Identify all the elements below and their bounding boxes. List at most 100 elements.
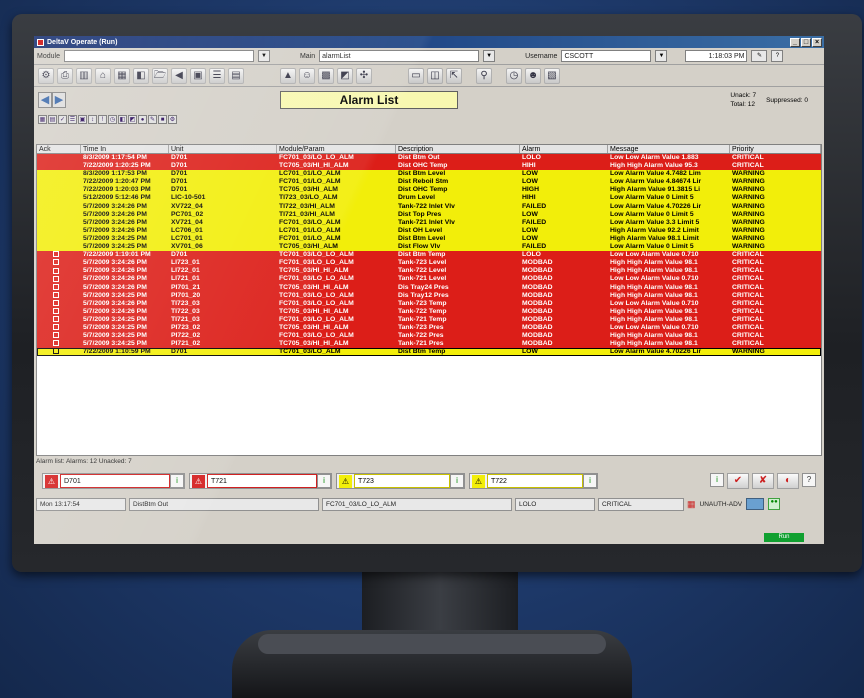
table-row[interactable]: 5/7/2009 3:24:25 PM PI722_02 FC701_03/LO_L… (37, 332, 821, 341)
col-unit[interactable]: Unit (169, 145, 277, 153)
table-row[interactable]: 5/7/2009 3:24:26 PM LI722_01 TC705_03/HI_H… (37, 267, 821, 276)
filter-ack-icon[interactable]: ✓ (58, 114, 67, 124)
panel-icon[interactable]: ▧ (544, 67, 560, 84)
ack-cell[interactable] (37, 307, 81, 316)
ack-checkbox[interactable] (53, 251, 59, 258)
table-row[interactable]: 5/7/2009 3:24:25 PM PI723_02 TC705_03/HI_H… (37, 323, 821, 333)
ack-checkbox[interactable] (53, 316, 59, 323)
table-row[interactable]: 5/7/2009 3:24:25 PM XV701_06 TC705_03/HI_A… (37, 243, 821, 252)
table-row[interactable]: 5/7/2009 3:24:25 PM LC701_01 FC701_01/LO_A… (37, 234, 821, 244)
filter-module-icon[interactable]: ◧ (118, 114, 127, 124)
info-icon[interactable]: i (450, 474, 464, 488)
help-icon[interactable]: ? (771, 50, 784, 62)
table-row[interactable]: 5/7/2009 3:24:26 PM XV721_04 FC701_03/LO_A… (37, 218, 821, 227)
detail-icon[interactable]: ◧ (133, 67, 149, 84)
table-row[interactable]: 7/22/2009 1:20:25 PM D701 TC705_03/HI_HI_A… (37, 162, 821, 171)
table-row[interactable]: 5/7/2009 3:24:26 PM PI701_21 TC705_03/HI_H… (37, 283, 821, 292)
ack-cell[interactable] (37, 340, 81, 348)
table-row[interactable]: 5/12/2009 5:12:46 PM LIC-10-501 TI723_03/L… (37, 194, 821, 203)
ack-cell[interactable] (37, 267, 81, 275)
ack-checkbox[interactable] (53, 307, 59, 314)
ack-checkbox[interactable] (53, 275, 59, 282)
ack-cell[interactable] (37, 283, 81, 292)
banner-item-t723[interactable]: ⚠ T723 i (336, 473, 465, 489)
col-alarm[interactable]: Alarm (520, 145, 608, 153)
layout-icon[interactable]: ▤ (228, 67, 244, 84)
table-row[interactable]: 5/7/2009 3:24:25 PM PI701_20 TC701_03/LO_L… (37, 291, 821, 300)
ack-cell[interactable] (37, 178, 81, 186)
ack-cell[interactable] (37, 235, 81, 243)
ack-checkbox[interactable] (53, 299, 59, 306)
faceplate-icon[interactable]: ⌂ (95, 67, 111, 84)
ack-checkbox[interactable] (53, 340, 59, 347)
maximize-button[interactable]: □ (801, 37, 811, 47)
table-row[interactable]: 5/7/2009 3:24:26 PM XV722_04 TI722_03/HI_A… (37, 202, 821, 211)
username-input[interactable]: CSCOTT (561, 50, 652, 62)
window-icon[interactable]: ▭ (408, 67, 424, 84)
ack-checkbox[interactable] (53, 324, 59, 331)
ack-cell[interactable] (37, 259, 81, 267)
grid-icon[interactable]: ▣ (190, 67, 206, 84)
print-icon[interactable]: ⎙ (57, 67, 73, 84)
list-icon[interactable]: ☰ (209, 67, 225, 84)
filter-settings-icon[interactable]: ⚙ (168, 114, 177, 124)
map-icon[interactable]: ▩ (318, 67, 334, 84)
table-row[interactable]: 5/7/2009 3:24:26 PM TI722_03 TC705_03/HI_H… (37, 307, 821, 316)
ack-cell[interactable] (37, 243, 81, 251)
open-folder-icon[interactable]: 🗁 (152, 67, 168, 84)
filter-node-icon[interactable]: ● (138, 114, 147, 124)
ack-cell[interactable] (37, 348, 81, 356)
col-description[interactable]: Description (396, 145, 520, 153)
minimize-button[interactable]: _ (790, 37, 800, 47)
monitor-icon[interactable] (746, 498, 765, 510)
users-icon[interactable]: ☺ (299, 67, 315, 84)
acknowledge-icon[interactable]: ✔ (727, 473, 749, 489)
ack-cell[interactable] (37, 162, 81, 170)
table-row[interactable]: 7/22/2009 1:10:59 PM D701 TC701_03/LO_ALM D… (37, 348, 821, 357)
table-row[interactable]: 5/7/2009 3:24:25 PM TI721_03 FC701_03/LO_L… (37, 315, 821, 324)
ack-checkbox[interactable] (53, 283, 59, 290)
col-time-in[interactable]: Time In (81, 145, 169, 153)
banner-item-d701[interactable]: ⚠ D701 i (42, 473, 185, 489)
back-icon[interactable]: ◀ (171, 67, 187, 84)
ack-cell[interactable] (37, 324, 81, 332)
table-row[interactable]: 7/22/2009 1:20:03 PM D701 TC705_03/HI_ALM D… (37, 186, 821, 195)
filter-list-icon[interactable]: ☰ (68, 114, 77, 124)
network-icon[interactable]: ✣ (356, 67, 372, 84)
info-icon[interactable]: i (317, 474, 331, 488)
col-module-param[interactable]: Module/Param (277, 145, 396, 153)
clock-icon[interactable]: ◷ (506, 67, 522, 84)
ack-cell[interactable] (37, 275, 81, 283)
ack-checkbox[interactable] (53, 348, 59, 355)
chart-icon[interactable]: ◩ (337, 67, 353, 84)
search-icon[interactable]: ⚲ (476, 67, 492, 84)
ack-cell[interactable] (37, 170, 81, 178)
table-row[interactable]: 5/7/2009 3:24:26 PM PC701_02 TI721_03/HI_A… (37, 210, 821, 219)
info-icon[interactable]: i (583, 474, 597, 488)
display-icon[interactable]: ▦ (114, 67, 130, 84)
nav-forward-icon[interactable]: ▶ (52, 92, 66, 108)
ack-cell[interactable] (37, 154, 81, 162)
ack-cell[interactable] (37, 194, 81, 202)
filter-sort-icon[interactable]: ↕ (88, 114, 97, 124)
filter-type-icon[interactable]: ◩ (128, 114, 137, 124)
ack-checkbox[interactable] (53, 267, 59, 274)
table-row[interactable]: 5/7/2009 3:24:25 PM PI721_02 TC705_03/HI_H… (37, 340, 821, 349)
banner-item-t722[interactable]: ⚠ T722 i (469, 473, 598, 489)
table-row[interactable]: 5/7/2009 3:24:26 PM LC706_01 LC701_01/LO_A… (37, 226, 821, 235)
ack-cell[interactable] (37, 203, 81, 211)
ack-cell[interactable] (37, 227, 81, 235)
export-icon[interactable]: ⇱ (446, 67, 462, 84)
info-icon[interactable]: i (710, 473, 724, 487)
user-settings-icon[interactable]: ☻ (525, 67, 541, 84)
login-icon[interactable]: ⚙ (38, 67, 54, 84)
nav-back-icon[interactable]: ◀ (38, 92, 52, 108)
table-row[interactable]: 8/3/2009 1:17:53 PM D701 LC701_01/LO_ALM Di… (37, 170, 821, 179)
ack-cell[interactable] (37, 186, 81, 194)
main-input[interactable]: alarmList (319, 50, 480, 62)
silence-icon[interactable]: ✘ (752, 473, 774, 489)
ack-cell[interactable] (37, 211, 81, 219)
ack-checkbox[interactable] (53, 259, 59, 266)
mountain-icon[interactable]: ▲ (280, 67, 296, 84)
filter-time-icon[interactable]: ◷ (108, 114, 117, 124)
